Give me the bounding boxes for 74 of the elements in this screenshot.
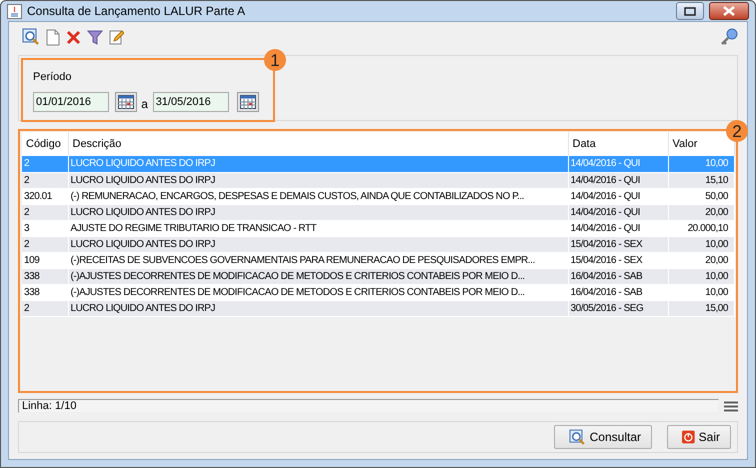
table-cell: (-)AJUSTES DECORRENTES DE MODIFICACAO DE METODOS E CRITERIOS CONTABEIS POR MEIO D... (70, 270, 525, 282)
table-cell: 16/04/2016 - SAB (570, 270, 642, 282)
table-cell: 15,10 (705, 174, 728, 186)
period-label: Período (33, 70, 72, 85)
filter-icon[interactable] (87, 30, 103, 44)
close-icon (722, 6, 736, 16)
restore-icon (684, 6, 696, 16)
search-button[interactable]: Consultar (554, 425, 652, 449)
column-header[interactable]: Descrição (68, 132, 568, 156)
table-cell: 2 (24, 158, 30, 170)
restore-button[interactable] (676, 2, 704, 20)
callout-badge: 1 (264, 49, 286, 71)
status-field: Linha: 1/10 (18, 399, 718, 413)
calendar-button[interactable] (236, 92, 259, 112)
column-header[interactable]: Valor (668, 132, 734, 156)
table-cell: 109 (24, 254, 40, 266)
table-cell: 15/04/2016 - SEX (570, 238, 642, 250)
table-row[interactable]: 338 (-)AJUSTES DECORRENTES DE MODIFICACAO DE METODOS E CRITERIOS CONTABEIS POR MEIO D... 16/04/2016 - SAB 10,00 (22, 284, 734, 300)
table-cell: 2 (24, 302, 30, 314)
power-icon (682, 429, 695, 445)
table-cell: 2 (24, 206, 30, 218)
column-header[interactable]: Código (22, 132, 68, 156)
close-button[interactable] (709, 2, 749, 20)
table-cell: (-)AJUSTES DECORRENTES DE MODIFICACAO DE METODOS E CRITERIOS CONTABEIS POR MEIO D... (70, 286, 525, 298)
table-cell: 20,00 (705, 254, 728, 266)
separator-text: a (141, 96, 148, 112)
table-cell: 10,00 (705, 238, 728, 250)
edit-icon[interactable] (109, 29, 124, 45)
table-cell: 14/04/2016 - QUI (570, 158, 640, 170)
table-cell: LUCRO LIQUIDO ANTES DO IRPJ (70, 174, 216, 186)
table-cell: 14/04/2016 - QUI (570, 174, 640, 186)
table-cell: 50,00 (705, 190, 728, 202)
new-document-icon[interactable] (46, 28, 60, 46)
table-cell: 16/04/2016 - SAB (570, 286, 642, 298)
table-cell: LUCRO LIQUIDO ANTES DO IRPJ (70, 238, 216, 250)
table-cell: LUCRO LIQUIDO ANTES DO IRPJ (70, 158, 216, 170)
table-cell: 20.000,10 (688, 222, 728, 234)
table-cell: 14/04/2016 - QUI (570, 206, 640, 218)
table-cell: AJUSTE DO REGIME TRIBUTARIO DE TRANSICAO - RTT (70, 222, 316, 234)
column-header[interactable]: Data (568, 132, 668, 156)
table-cell: 15/04/2016 - SEX (570, 254, 642, 266)
start-date-field[interactable]: 01/01/2016 (33, 92, 109, 112)
table-cell: (-) REMUNERACAO, ENCARGOS, DESPESAS E DEMAIS CUSTOS, AINDA QUE CONTABILIZADOS NO P... (70, 190, 524, 202)
table-cell: 15,00 (705, 302, 728, 314)
table-cell: LUCRO LIQUIDO ANTES DO IRPJ (70, 206, 216, 218)
table-cell: 338 (24, 270, 40, 282)
menu-icon[interactable] (724, 400, 738, 412)
table-cell: 14/04/2016 - QUI (570, 190, 640, 202)
calendar-button[interactable] (114, 92, 136, 112)
table-cell: 30/05/2016 - SEG (570, 302, 644, 314)
key-icon[interactable] (720, 28, 738, 46)
table-cell: 10,00 (705, 158, 728, 170)
table-cell: 320.01 (24, 190, 52, 202)
table-cell: 14/04/2016 - QUI (570, 222, 640, 234)
delete-icon[interactable] (66, 30, 81, 44)
table-cell: 20,00 (705, 206, 728, 218)
table-row[interactable]: 109 (-)RECEITAS DE SUBVENCOES GOVERNAMENTAIS PARA REMUNERACAO DE PESQUISADORES EMPR... 15/04/2016 - SEX 20,00 (22, 252, 734, 268)
table-cell: 338 (24, 286, 40, 298)
table-cell: (-)RECEITAS DE SUBVENCOES GOVERNAMENTAIS PARA REMUNERACAO DE PESQUISADORES EMPR... (70, 254, 535, 266)
table-cell: 2 (24, 174, 30, 186)
table-row[interactable]: 3 AJUSTE DO REGIME TRIBUTARIO DE TRANSICAO - RTT 14/04/2016 - QUI 20.000,10 (22, 220, 734, 236)
table-cell: 10,00 (705, 286, 728, 298)
callout-badge: 2 (726, 120, 748, 142)
search-icon[interactable] (22, 28, 40, 46)
exit-button[interactable]: Sair (667, 425, 731, 449)
app-icon (7, 4, 22, 18)
table-cell: 3 (24, 222, 30, 234)
table-cell: 2 (24, 238, 30, 250)
search-icon (569, 428, 586, 446)
table-cell: LUCRO LIQUIDO ANTES DO IRPJ (70, 302, 216, 314)
end-date-field[interactable]: 31/05/2016 (152, 92, 229, 112)
table-cell: 10,00 (705, 270, 728, 282)
window-title: Consulta de Lançamento LALUR Parte A (27, 3, 246, 20)
table-row[interactable]: 320.01 (-) REMUNERACAO, ENCARGOS, DESPESAS E DEMAIS CUSTOS, AINDA QUE CONTABILIZADOS NO P... 14/04/2016 - QUI 50,00 (22, 188, 734, 204)
